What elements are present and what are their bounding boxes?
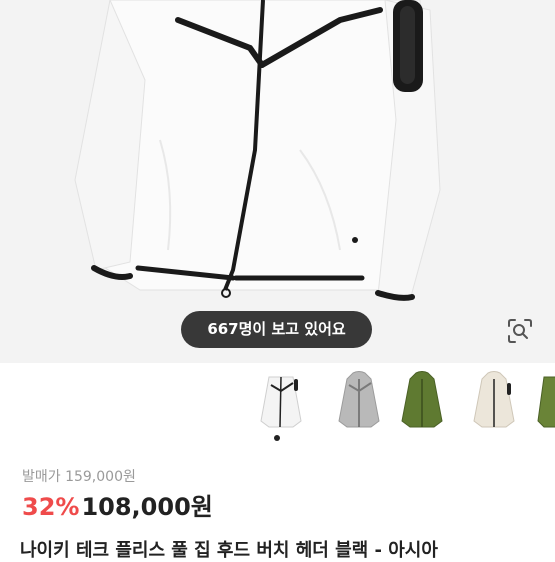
- carousel-indicator-dot: [274, 435, 280, 441]
- discount-rate: 32%: [22, 493, 80, 521]
- price-row: 32%108,000원: [22, 490, 213, 524]
- thumbnail-white-black[interactable]: [253, 371, 309, 433]
- viewer-count-badge: 667명이 보고 있어요: [181, 311, 372, 348]
- original-price: 발매가 159,000원: [22, 469, 136, 485]
- thumbnail-olive[interactable]: [534, 371, 555, 433]
- thumbnail-birch-heather[interactable]: [466, 371, 522, 433]
- sale-price: 108,000원: [81, 493, 213, 521]
- thumbnail-grey[interactable]: [331, 371, 387, 433]
- jacket-photo: [74, 0, 441, 301]
- lens-search-icon[interactable]: [505, 316, 535, 346]
- product-title[interactable]: 나이키 테크 플리스 풀 집 후드 버치 헤더 블랙 - 아시아: [20, 536, 438, 562]
- thumbnail-strip: [0, 363, 555, 445]
- thumbnail-olive-hood[interactable]: [394, 371, 450, 433]
- product-image[interactable]: 667명이 보고 있어요: [0, 0, 555, 363]
